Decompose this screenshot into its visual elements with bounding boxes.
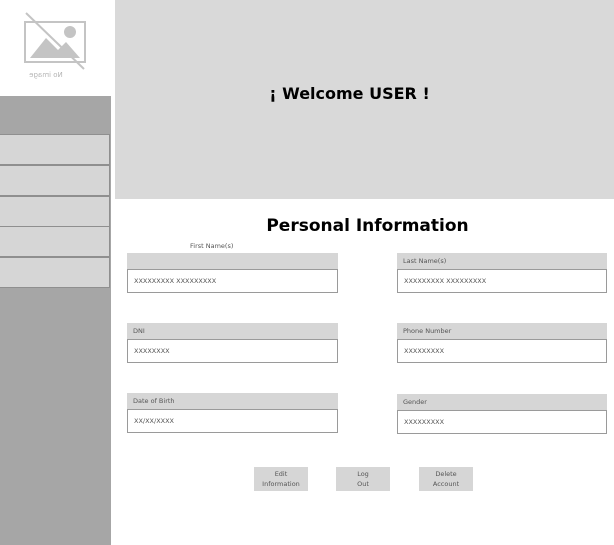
page-title: Personal Information <box>266 216 469 236</box>
first-name-label: First Name(s) <box>190 242 234 250</box>
image-placeholder-icon <box>24 12 86 70</box>
welcome-banner: ¡ Welcome USER ! <box>115 0 614 199</box>
edit-button-label-line1: Edit <box>274 470 288 478</box>
delete-button-label-line2: Account <box>432 480 460 488</box>
welcome-heading: ¡ Welcome USER ! <box>269 84 430 103</box>
profile-image-placeholder: No image <box>0 0 115 96</box>
sidebar-item-4[interactable] <box>0 226 110 257</box>
gender-field[interactable]: XXXXXXXXX <box>397 410 607 434</box>
phone-number-field[interactable]: XXXXXXXXX <box>397 339 607 363</box>
logout-button-label-line2: Out <box>357 480 369 488</box>
edit-button-label-line2: Information <box>262 480 300 488</box>
date-of-birth-field[interactable]: XX/XX/XXXX <box>127 409 338 433</box>
sidebar-item-1[interactable] <box>0 134 110 165</box>
last-name-field[interactable]: XXXXXXXXX XXXXXXXXX <box>397 269 607 293</box>
first-name-header-bar <box>127 253 338 269</box>
phone-number-label: Phone Number <box>397 323 607 339</box>
date-of-birth-label: Date of Birth <box>127 393 338 409</box>
log-out-button[interactable]: Log Out <box>336 467 390 491</box>
delete-button-label-line1: Delete <box>435 470 457 478</box>
first-name-field[interactable]: XXXXXXXXX XXXXXXXXX <box>127 269 338 293</box>
no-image-label: No image <box>29 71 63 79</box>
dni-label: DNI <box>127 323 338 339</box>
gender-label: Gender <box>397 394 607 410</box>
dni-field[interactable]: XXXXXXXX <box>127 339 338 363</box>
last-name-label: Last Name(s) <box>397 253 607 269</box>
edit-information-button[interactable]: Edit Information <box>254 467 308 491</box>
delete-account-button[interactable]: Delete Account <box>419 467 473 491</box>
logout-button-label-line1: Log <box>357 470 369 478</box>
sidebar-item-3[interactable] <box>0 196 110 227</box>
sidebar-item-2[interactable] <box>0 165 110 196</box>
sidebar-item-5[interactable] <box>0 257 110 288</box>
